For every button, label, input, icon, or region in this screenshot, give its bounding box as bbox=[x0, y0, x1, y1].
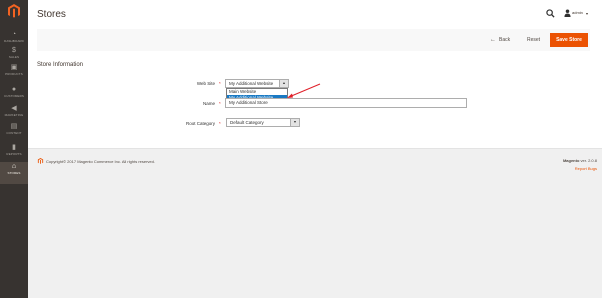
customers-icon: ● bbox=[11, 86, 17, 93]
root-category-value: Default Category bbox=[230, 120, 264, 125]
required-mark: * bbox=[219, 101, 221, 106]
copyright-text: Copyright© 2017 Magento Commerce Inc. Al… bbox=[46, 159, 155, 164]
website-label: Web Site bbox=[196, 81, 215, 86]
section-title: Store Information bbox=[37, 62, 84, 68]
content-icon: ▤ bbox=[10, 123, 18, 130]
website-select-value: My Additional Website bbox=[229, 81, 274, 86]
admin-sidebar: ◔ Dashboard $ Sales ▣ Products ● Custome… bbox=[0, 0, 28, 298]
sidebar-item-stores[interactable]: ⌂ Stores bbox=[0, 162, 28, 184]
chevron-down-icon[interactable]: ▾ bbox=[586, 11, 588, 16]
sidebar-item-content[interactable]: ▤ Content bbox=[0, 122, 28, 144]
sidebar-item-label: Marketing bbox=[4, 113, 24, 117]
sidebar-item-label: Reports bbox=[6, 152, 22, 156]
page-title: Stores bbox=[37, 9, 66, 20]
megaphone-icon: ◀ bbox=[11, 105, 17, 112]
root-category-select[interactable]: Default Category ▼ bbox=[226, 118, 300, 127]
name-input-value: My Additional Store bbox=[229, 100, 268, 105]
dollar-icon: $ bbox=[12, 47, 16, 54]
name-input[interactable]: My Additional Store bbox=[225, 98, 467, 108]
sidebar-item-products[interactable]: ▣ Products bbox=[0, 63, 28, 85]
sidebar-item-label: Sales bbox=[8, 55, 20, 59]
sidebar-item-label: Stores bbox=[7, 171, 21, 175]
reset-button[interactable]: Reset bbox=[527, 37, 540, 43]
save-store-button[interactable]: Save Store bbox=[550, 33, 588, 47]
sidebar-item-label: Customers bbox=[3, 94, 24, 98]
user-icon[interactable] bbox=[564, 9, 571, 17]
dashboard-icon: ◔ bbox=[11, 31, 17, 38]
user-name[interactable]: admin bbox=[572, 10, 583, 15]
cube-icon: ▣ bbox=[10, 64, 18, 71]
sidebar-item-label: Content bbox=[6, 131, 22, 135]
magento-logo-icon bbox=[37, 157, 44, 164]
search-icon[interactable] bbox=[546, 9, 555, 18]
annotation-arrow-icon bbox=[287, 83, 321, 98]
brand-name: Magento bbox=[562, 158, 580, 163]
magento-logo-icon[interactable] bbox=[6, 3, 22, 19]
version-number: ver. 2.0.8 bbox=[580, 158, 597, 163]
arrow-left-icon: ← bbox=[490, 37, 496, 43]
required-mark: * bbox=[219, 121, 221, 126]
sidebar-item-label: Products bbox=[5, 72, 23, 76]
chevron-down-icon[interactable]: ▼ bbox=[290, 119, 299, 126]
bar-chart-icon: ▮ bbox=[12, 144, 16, 151]
store-icon: ⌂ bbox=[11, 163, 17, 170]
page-footer bbox=[28, 148, 602, 298]
report-bugs-link[interactable]: Report Bugs bbox=[575, 166, 597, 171]
website-select[interactable]: My Additional Website ▲ bbox=[225, 79, 289, 88]
back-button-label: Back bbox=[499, 37, 511, 43]
sidebar-item-label: Dashboard bbox=[4, 39, 24, 43]
required-mark: * bbox=[219, 81, 221, 86]
root-category-label: Root Category bbox=[185, 121, 215, 126]
name-label: Name bbox=[202, 101, 215, 106]
back-button[interactable]: ← Back bbox=[490, 37, 510, 43]
version-text: Magento ver. 2.0.8 bbox=[563, 158, 597, 163]
